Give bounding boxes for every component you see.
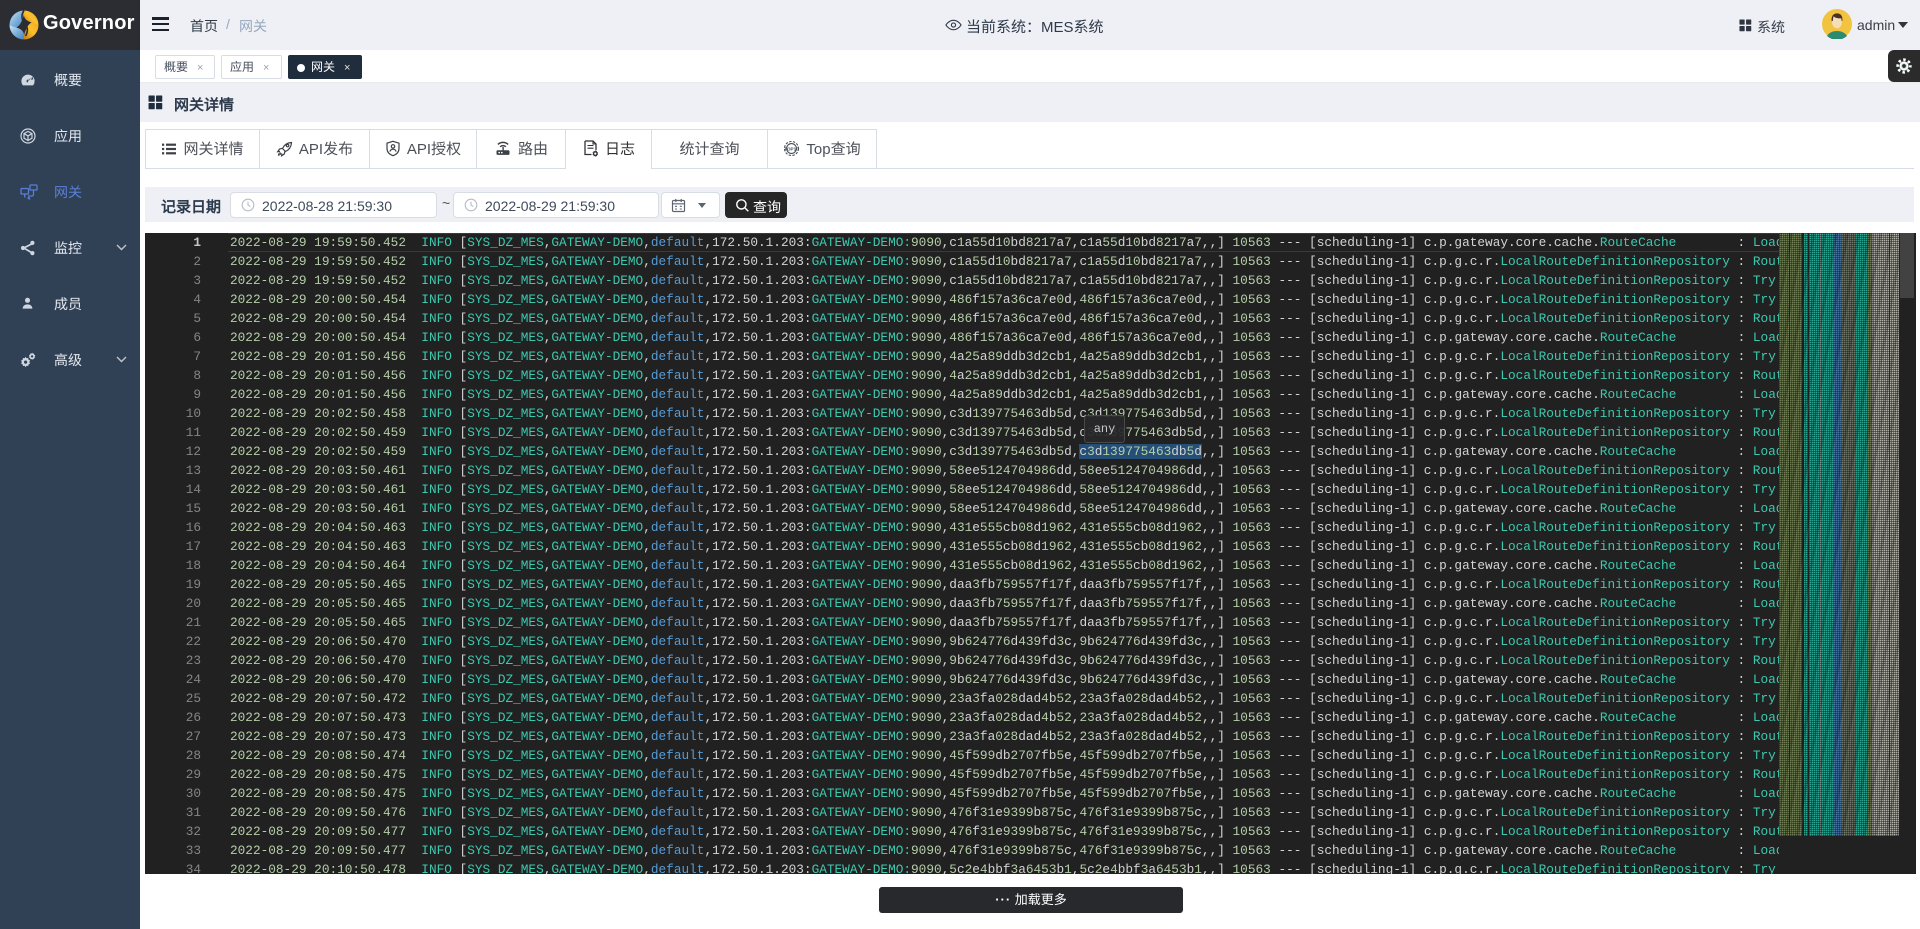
svg-text:TOP10: TOP10 bbox=[785, 146, 800, 151]
